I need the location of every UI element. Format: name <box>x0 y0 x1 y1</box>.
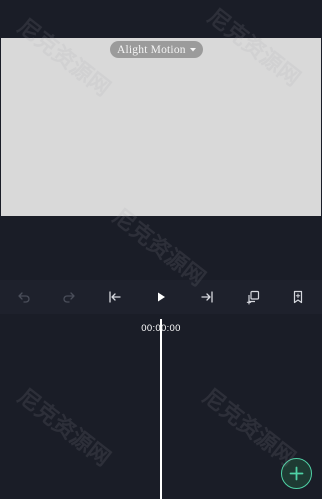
preview-canvas[interactable] <box>1 38 321 216</box>
skip-to-end-icon <box>201 291 213 303</box>
redo-button[interactable] <box>60 288 78 306</box>
play-icon <box>158 292 165 302</box>
bookmark-icon <box>293 290 303 304</box>
add-layer-button[interactable] <box>281 458 312 489</box>
clip-button[interactable] <box>244 288 262 306</box>
play-button[interactable] <box>152 288 170 306</box>
undo-button[interactable] <box>15 288 33 306</box>
preview-padding <box>0 216 322 280</box>
playhead[interactable] <box>160 319 162 499</box>
app-root: Alight Motion <box>0 0 322 499</box>
copy-plus-icon <box>246 290 260 305</box>
plus-icon <box>289 466 304 481</box>
watermark-dropdown[interactable]: Alight Motion <box>110 41 203 58</box>
jump-to-start-button[interactable] <box>106 288 124 306</box>
chevron-down-icon <box>189 47 196 51</box>
bookmark-button[interactable] <box>289 288 307 306</box>
playback-toolbar <box>0 280 322 314</box>
redo-icon <box>63 292 75 303</box>
top-bar <box>0 0 322 38</box>
watermark-label: Alight Motion <box>117 43 186 56</box>
jump-to-end-button[interactable] <box>198 288 216 306</box>
undo-icon <box>18 292 30 303</box>
skip-to-start-icon <box>109 291 121 303</box>
